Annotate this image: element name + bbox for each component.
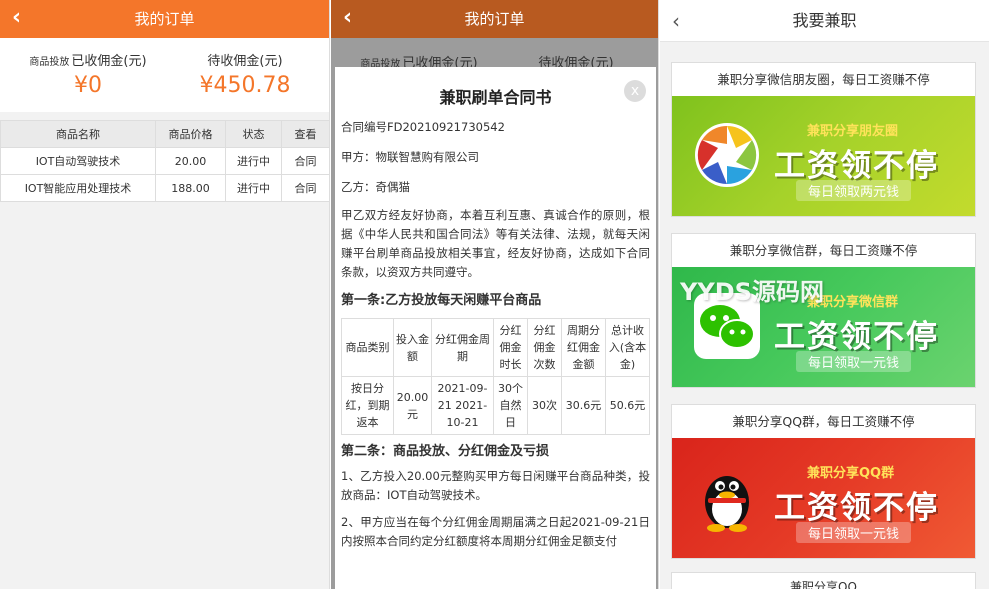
qq-penguin-icon xyxy=(705,476,749,532)
contract-title: 兼职刷单合同书 xyxy=(439,88,552,107)
settled-label: 已收佣金(元) xyxy=(71,54,147,69)
banner-reward: 每日领取一元钱 xyxy=(796,351,912,372)
col-amount: 投入金额 xyxy=(393,318,432,377)
order-status: 进行中 xyxy=(225,147,282,175)
camera-aperture-icon xyxy=(695,123,759,187)
clause-1: 1、乙方投入20.00元整购买甲方每日闲赚平台商品种类，投放商品：IOT自动驾驶… xyxy=(341,469,650,502)
orders-header: ‹ 我的订单 xyxy=(0,0,329,38)
contract-link[interactable]: 合同 xyxy=(281,147,329,175)
orders-table: 商品名称 商品价格 状态 查看 IOT自动驾驶技术 20.00 进行中 合同 I… xyxy=(0,120,329,202)
banner-subtitle: 兼职分享QQ群 xyxy=(807,466,895,481)
party-b: 乙方：奇偶猫 xyxy=(341,180,410,194)
table-header-row: 商品类别 投入金额 分红佣金周期 分红佣金时长 分红佣金次数 周期分红佣金金额 … xyxy=(341,318,650,377)
cell-times: 30次 xyxy=(527,376,562,435)
table-header-row: 商品名称 商品价格 状态 查看 xyxy=(0,120,329,148)
cell-period-amount: 30.6元 xyxy=(561,376,606,435)
cell-category: 按日分红，到期返本 xyxy=(341,376,394,435)
col-period-amount: 周期分红佣金金额 xyxy=(561,318,606,377)
col-price: 商品价格 xyxy=(155,120,226,148)
banner-subtitle: 兼职分享朋友圈 xyxy=(807,124,899,139)
pending-label: 待收佣金(元) xyxy=(207,54,283,69)
col-category: 商品类别 xyxy=(341,318,394,377)
table-row: 按日分红，到期返本 20.00元 2021-09-21 2021-10-21 3… xyxy=(341,376,650,435)
cell-total: 50.6元 xyxy=(605,376,650,435)
col-times: 分红佣金次数 xyxy=(527,318,562,377)
banner-reward: 每日领取一元钱 xyxy=(796,522,912,543)
party-a: 甲方：物联智慧购有限公司 xyxy=(341,150,479,164)
col-view: 查看 xyxy=(281,120,329,148)
cell-period: 2021-09-21 2021-10-21 xyxy=(431,376,494,435)
back-icon[interactable]: ‹ xyxy=(672,0,680,42)
order-price: 188.00 xyxy=(155,174,226,202)
banner-headline: 工资领不停 xyxy=(774,148,939,184)
clause-2: 2、甲方应当在每个分红佣金周期届满之日起2021-09-21日内按照本合同约定分… xyxy=(341,515,650,548)
col-duration: 分红佣金时长 xyxy=(493,318,528,377)
back-icon[interactable]: ‹ xyxy=(12,0,21,36)
orders-panel: ‹ 我的订单 商品投放 已收佣金(元) ¥0 待收佣金(元) ¥450.78 商品… xyxy=(0,0,330,589)
job-card-partial[interactable]: 兼职分享QQ xyxy=(671,572,976,589)
jobs-header: ‹ 我要兼职 xyxy=(660,0,989,42)
cell-amount: 20.00元 xyxy=(393,376,432,435)
banner-headline: 工资领不停 xyxy=(774,319,939,355)
orders-header-dimmed: ‹ 我的订单 xyxy=(331,0,658,38)
order-status: 进行中 xyxy=(225,174,282,202)
col-status: 状态 xyxy=(225,120,282,148)
settled-value: ¥0 xyxy=(74,73,102,98)
contract-table: 商品类别 投入金额 分红佣金周期 分红佣金时长 分红佣金次数 周期分红佣金金额 … xyxy=(341,318,650,435)
commission-summary: 商品投放 已收佣金(元) ¥0 待收佣金(元) ¥450.78 xyxy=(0,38,329,112)
close-icon[interactable]: x xyxy=(624,80,646,102)
contract-modal: 兼职刷单合同书 x 合同编号FD20210921730542 甲方：物联智慧购有… xyxy=(335,67,656,589)
settled-commission: 商品投放 已收佣金(元) ¥0 xyxy=(8,50,168,98)
table-row: IOT自动驾驶技术 20.00 进行中 合同 xyxy=(0,147,329,175)
page-title: 我要兼职 xyxy=(792,11,857,30)
order-name: IOT智能应用处理技术 xyxy=(0,174,156,202)
job-card-title: 兼职分享微信朋友圈，每日工资赚不停 xyxy=(717,72,930,87)
section-1-title: 第一条:乙方投放每天闲赚平台商品 xyxy=(341,293,542,308)
order-name: IOT自动驾驶技术 xyxy=(0,147,156,175)
job-banner[interactable]: 兼职分享朋友圈 工资领不停 每日领取两元钱 xyxy=(672,96,975,216)
table-row: IOT智能应用处理技术 188.00 进行中 合同 xyxy=(0,174,329,202)
contract-panel: ‹ 我的订单 商品投放 已收佣金(元) 待收佣金(元) 兼职刷单合同书 x 合同编… xyxy=(331,0,659,589)
job-card-title: 兼职分享QQ群，每日工资赚不停 xyxy=(732,414,915,429)
job-banner[interactable]: 兼职分享QQ群 工资领不停 每日领取一元钱 xyxy=(672,438,975,558)
job-card-wechat-group[interactable]: 兼职分享微信群，每日工资赚不停 兼职分享微信群 工资领不停 每日领取一元钱 xyxy=(671,233,976,388)
pending-commission: 待收佣金(元) ¥450.78 xyxy=(165,50,325,98)
settled-small-label: 商品投放 xyxy=(29,57,70,68)
col-period: 分红佣金周期 xyxy=(431,318,494,377)
contract-number: 合同编号FD20210921730542 xyxy=(341,120,505,134)
watermark-text: YYDS源码网 xyxy=(680,278,824,306)
back-icon[interactable]: ‹ xyxy=(343,0,352,36)
contract-intro: 甲乙双方经友好协商，本着互利互惠、真诚合作的原则，根据《中华人民共和国合同法》等… xyxy=(341,208,650,279)
pending-value: ¥450.78 xyxy=(199,73,291,98)
job-card-moments[interactable]: 兼职分享微信朋友圈，每日工资赚不停 兼职分享朋友圈 工资领不停 每日领取两元钱 xyxy=(671,62,976,217)
page-title: 我的订单 xyxy=(134,10,195,28)
section-2-title: 第二条：商品投放、分红佣金及亏损 xyxy=(341,444,550,459)
col-total: 总计收入(含本金) xyxy=(605,318,650,377)
job-card-qq-group[interactable]: 兼职分享QQ群，每日工资赚不停 兼职分享QQ群 工资领不停 每日领取一元钱 xyxy=(671,404,976,559)
job-card-title: 兼职分享微信群，每日工资赚不停 xyxy=(729,243,918,258)
banner-reward: 每日领取两元钱 xyxy=(796,180,912,201)
contract-body: 合同编号FD20210921730542 甲方：物联智慧购有限公司 乙方：奇偶猫… xyxy=(335,116,656,551)
banner-headline: 工资领不停 xyxy=(774,490,939,526)
col-name: 商品名称 xyxy=(0,120,156,148)
order-price: 20.00 xyxy=(155,147,226,175)
contract-link[interactable]: 合同 xyxy=(281,174,329,202)
cell-duration: 30个自然日 xyxy=(493,376,528,435)
page-title: 我的订单 xyxy=(464,10,525,28)
